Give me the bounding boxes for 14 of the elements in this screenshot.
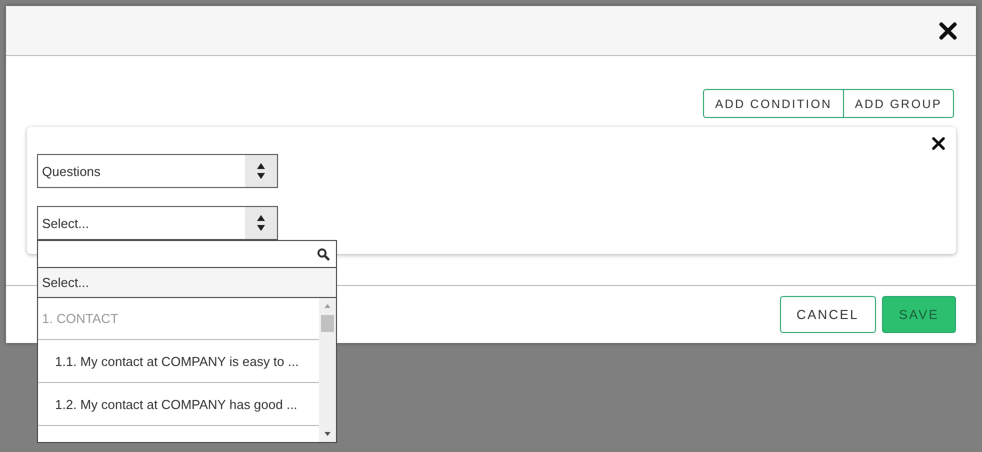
- secondary-button[interactable]: CANCEL: [780, 296, 876, 333]
- up-down-arrows-icon: [245, 155, 277, 187]
- search-icon: [317, 248, 330, 260]
- scrollbar[interactable]: [319, 298, 336, 442]
- select-field[interactable]: Select...: [37, 206, 278, 240]
- toolbar-button[interactable]: ADD CONDITION: [703, 89, 844, 118]
- select-field[interactable]: Questions: [37, 154, 278, 188]
- dropdown-option[interactable]: Select...: [38, 268, 336, 298]
- close-icon[interactable]: [931, 136, 946, 151]
- up-down-arrows-icon: [245, 207, 277, 239]
- select-value: Select...: [41, 216, 90, 230]
- toolbar-button[interactable]: ADD GROUP: [844, 89, 954, 118]
- close-icon[interactable]: [938, 20, 958, 40]
- select-value: Questions: [41, 164, 102, 178]
